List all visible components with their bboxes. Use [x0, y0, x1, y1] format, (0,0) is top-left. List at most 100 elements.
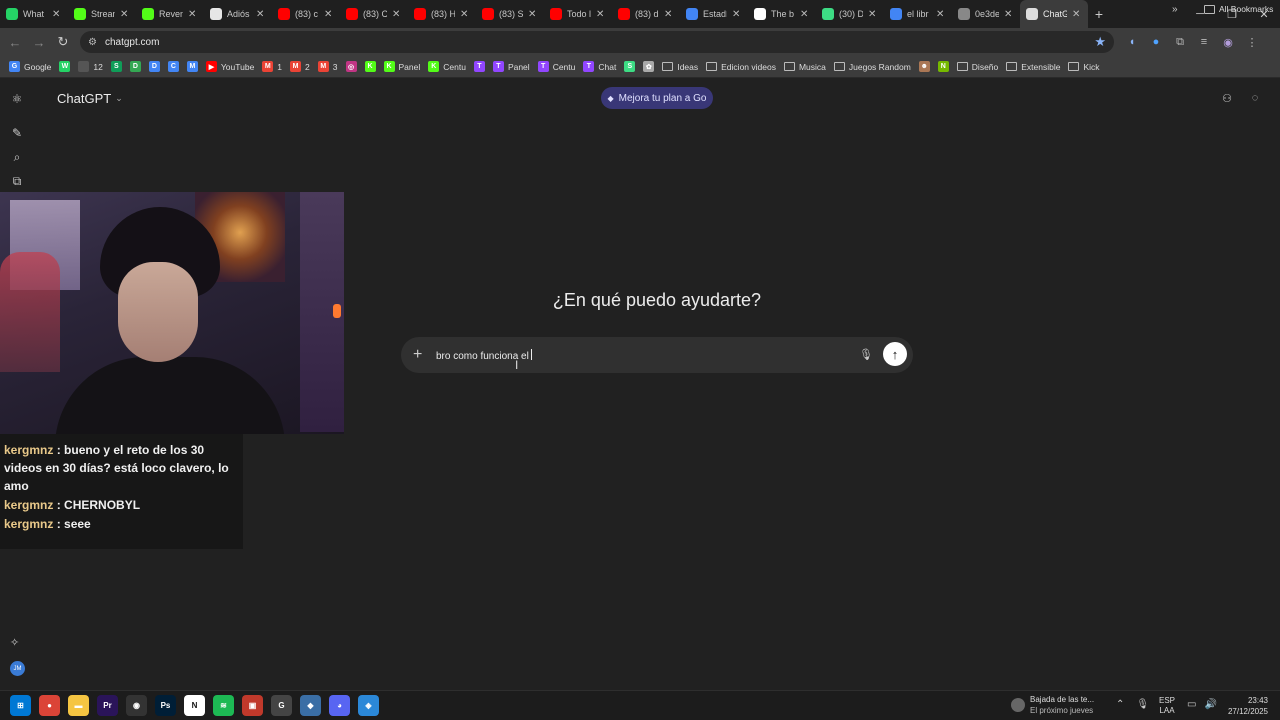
extensions-puzzle-icon[interactable]: ⧉: [1172, 34, 1188, 50]
temporary-chat-icon[interactable]: ◌: [1248, 91, 1262, 105]
user-avatar[interactable]: JM: [10, 661, 25, 676]
browser-tab[interactable]: ChatG ✕: [1020, 0, 1088, 28]
bookmark-item[interactable]: ▶ YouTube: [203, 58, 257, 76]
bookmark-item[interactable]: ☻: [916, 58, 933, 76]
close-tab-icon[interactable]: ✕: [732, 9, 742, 20]
obs-icon[interactable]: ◉: [126, 695, 147, 716]
premiere-icon[interactable]: Pr: [97, 695, 118, 716]
prompt-composer[interactable]: + bro como funciona el 🎙 ↑: [401, 337, 913, 373]
network-icon[interactable]: ▭: [1187, 699, 1196, 710]
streamer-app-icon[interactable]: ▣: [242, 695, 263, 716]
add-person-icon[interactable]: ⚇: [1220, 91, 1234, 105]
plus-icon[interactable]: +: [413, 346, 429, 364]
bookmark-item[interactable]: D: [146, 58, 163, 76]
reload-icon[interactable]: ↻: [51, 30, 75, 54]
bookmark-item[interactable]: ◎: [343, 58, 360, 76]
close-tab-icon[interactable]: ✕: [528, 9, 538, 20]
close-tab-icon[interactable]: ✕: [120, 9, 130, 20]
send-button[interactable]: ↑: [883, 342, 907, 366]
bookmark-item[interactable]: 12: [75, 58, 105, 76]
bookmark-item[interactable]: Kick: [1065, 58, 1102, 76]
bookmark-item[interactable]: K Centu: [425, 58, 469, 76]
profile-avatar-icon[interactable]: ◉: [1220, 34, 1236, 50]
voice-extension-icon[interactable]: ◖: [1124, 34, 1140, 50]
close-tab-icon[interactable]: ✕: [324, 9, 334, 20]
close-tab-icon[interactable]: ✕: [868, 9, 878, 20]
browser-tab[interactable]: Todo l ✕: [544, 0, 612, 28]
app-photos-icon[interactable]: ◈: [358, 695, 379, 716]
browser-tab[interactable]: (30) D ✕: [816, 0, 884, 28]
bookmark-item[interactable]: S: [108, 58, 125, 76]
bookmark-item[interactable]: M3: [315, 58, 341, 76]
close-tab-icon[interactable]: ✕: [188, 9, 198, 20]
browser-tab[interactable]: (83) d ✕: [612, 0, 680, 28]
close-tab-icon[interactable]: ✕: [256, 9, 266, 20]
bookmark-item[interactable]: M1: [259, 58, 285, 76]
browser-tab[interactable]: Reven ✕: [136, 0, 204, 28]
file-explorer-icon[interactable]: ▬: [68, 695, 89, 716]
upgrade-plan-button[interactable]: ◆ Mejora tu plan a Go: [601, 87, 713, 109]
bookmark-item[interactable]: Musica: [781, 58, 829, 76]
close-tab-icon[interactable]: ✕: [596, 9, 606, 20]
close-tab-icon[interactable]: ✕: [52, 9, 62, 20]
bookmarks-overflow-button[interactable]: »: [1172, 4, 1178, 15]
search-icon[interactable]: ⌕: [9, 149, 25, 165]
site-info-icon[interactable]: ⚙: [88, 37, 97, 48]
new-chat-icon[interactable]: ✎: [9, 125, 25, 141]
all-bookmarks-button[interactable]: All Bookmarks: [1204, 4, 1273, 14]
browser-tab[interactable]: el libr ✕: [884, 0, 952, 28]
tray-chevron-icon[interactable]: ⌃: [1116, 699, 1124, 710]
extension-icon[interactable]: ●: [1148, 34, 1164, 50]
browser-tab[interactable]: (83) c ✕: [272, 0, 340, 28]
new-tab-button[interactable]: +: [1088, 0, 1110, 28]
bookmark-item[interactable]: T: [471, 58, 488, 76]
back-icon[interactable]: ←: [3, 30, 27, 54]
close-tab-icon[interactable]: ✕: [1072, 9, 1082, 20]
bookmark-item[interactable]: Extensible: [1003, 58, 1063, 76]
browser-tab[interactable]: (83) H ✕: [408, 0, 476, 28]
bookmark-item[interactable]: K: [362, 58, 379, 76]
address-bar[interactable]: ⚙ chatgpt.com ★: [80, 31, 1114, 53]
bookmark-item[interactable]: M2: [287, 58, 313, 76]
bookmark-item[interactable]: T Chat: [580, 58, 619, 76]
bookmark-item[interactable]: K Panel: [381, 58, 424, 76]
browser-tab[interactable]: Stream ✕: [68, 0, 136, 28]
language-indicator[interactable]: ESP LAA: [1159, 696, 1175, 716]
browser-tab[interactable]: (83) S ✕: [476, 0, 544, 28]
bookmark-item[interactable]: T Panel: [490, 58, 533, 76]
close-tab-icon[interactable]: ✕: [936, 9, 946, 20]
mic-tray-icon[interactable]: 🎙: [1136, 699, 1149, 710]
bookmark-item[interactable]: Juegos Random: [831, 58, 914, 76]
browser-tab[interactable]: The b ✕: [748, 0, 816, 28]
clock[interactable]: 23:43 27/12/2025: [1226, 695, 1268, 717]
close-tab-icon[interactable]: ✕: [664, 9, 674, 20]
browser-tab[interactable]: Adiós ✕: [204, 0, 272, 28]
discord-icon[interactable]: ◕: [329, 695, 350, 716]
notion-icon[interactable]: N: [184, 695, 205, 716]
bookmark-item[interactable]: G Google: [6, 58, 54, 76]
browser-tab[interactable]: Estadí ✕: [680, 0, 748, 28]
media-icon[interactable]: ≡: [1196, 34, 1212, 50]
bookmark-item[interactable]: S: [621, 58, 638, 76]
bookmark-item[interactable]: T Centu: [535, 58, 579, 76]
news-widget[interactable]: Bajada de las te... El próximo jueves: [1011, 694, 1094, 716]
close-tab-icon[interactable]: ✕: [800, 9, 810, 20]
bookmark-item[interactable]: Edicion videos: [703, 58, 779, 76]
bookmark-star-icon[interactable]: ★: [1094, 34, 1106, 50]
model-selector[interactable]: ChatGPT ⌄: [57, 91, 123, 106]
forward-icon[interactable]: →: [27, 30, 51, 54]
openai-logo-icon[interactable]: ⚛: [9, 91, 25, 107]
bookmark-item[interactable]: C: [165, 58, 182, 76]
bookmark-item[interactable]: Diseño: [954, 58, 1001, 76]
sparkle-settings-icon[interactable]: ✧: [10, 636, 19, 649]
bookmark-item[interactable]: ✿: [640, 58, 657, 76]
app-g-icon[interactable]: G: [271, 695, 292, 716]
browser-tab[interactable]: 0e3de ✕: [952, 0, 1020, 28]
windows-start-icon[interactable]: ⊞: [10, 695, 31, 716]
volume-icon[interactable]: 🔊: [1204, 699, 1216, 710]
browser-tab[interactable]: What ✕: [0, 0, 68, 28]
spotify-icon[interactable]: ≋: [213, 695, 234, 716]
library-icon[interactable]: ⧉: [9, 173, 25, 189]
bookmark-item[interactable]: M: [184, 58, 201, 76]
bookmark-item[interactable]: W: [56, 58, 73, 76]
